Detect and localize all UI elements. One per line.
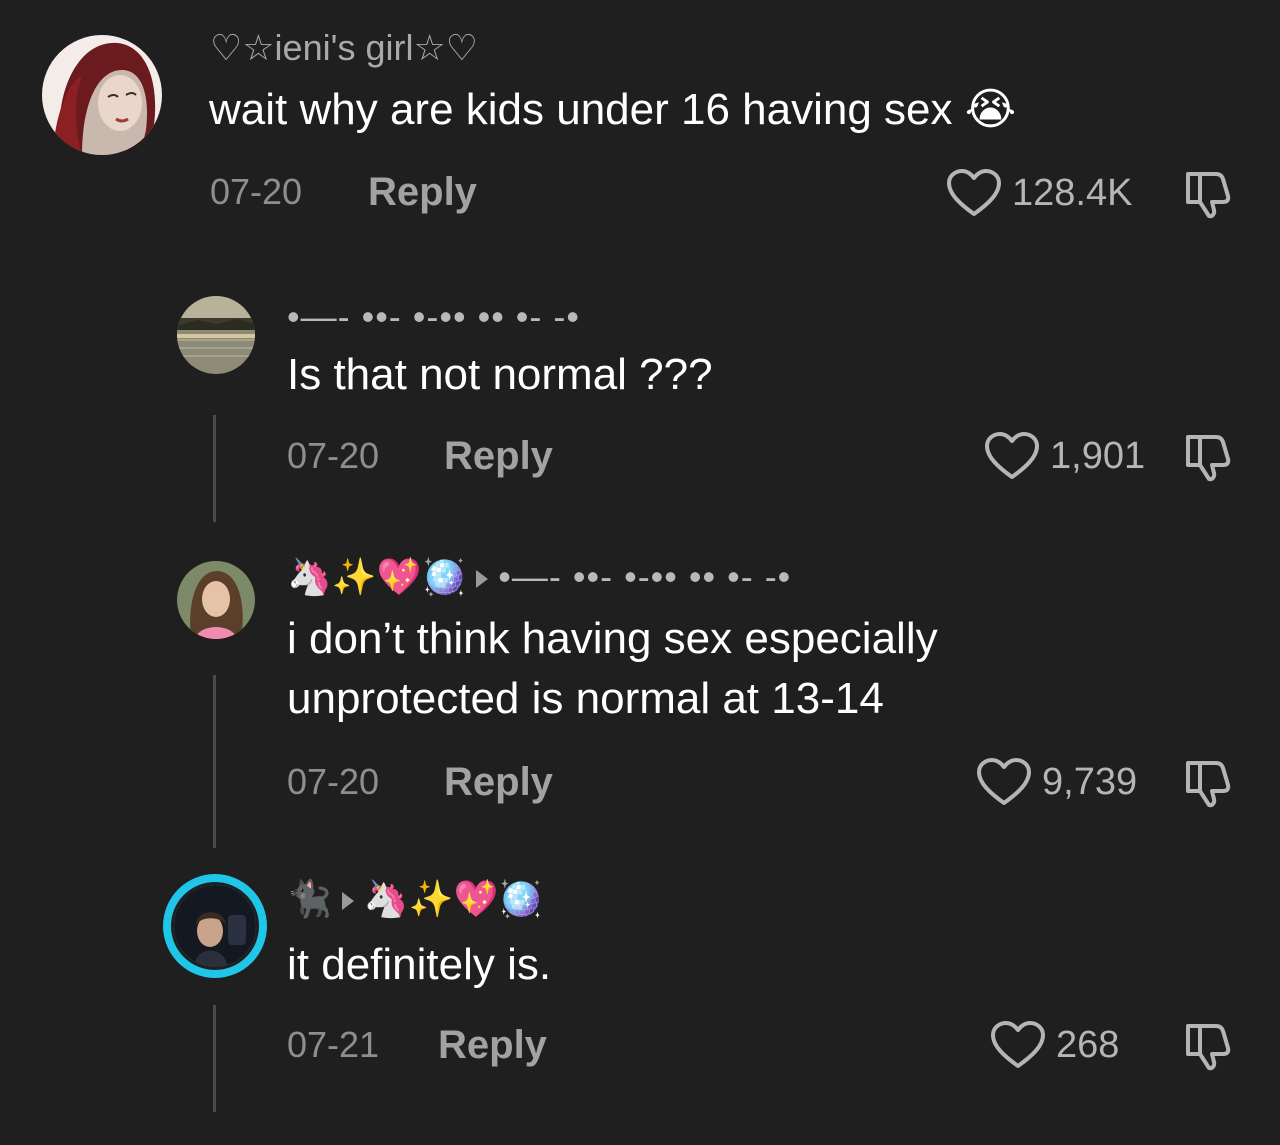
comment-text: Is that not normal ??? [287,350,713,399]
avatar [171,882,259,970]
story-ring[interactable] [163,874,267,978]
reply-button[interactable]: Reply [438,1023,547,1067]
like-button[interactable]: 9,739 [976,757,1137,807]
comment-3: 🦄✨💖🪩 •—- ••- •-•• •• •- -• i don’t think … [0,545,1280,855]
reply-button[interactable]: Reply [444,434,553,478]
heart-icon [947,169,1001,216]
heart-icon [977,758,1031,805]
comment-username[interactable]: 🐈‍⬛ 🦄✨💖🪩 [287,877,543,922]
thread-line [213,675,216,848]
heart-icon [985,432,1039,479]
like-count: 268 [1056,1023,1120,1066]
from-username: 🐈‍⬛ [287,879,332,920]
dislike-icon[interactable] [1182,1020,1234,1072]
dislike-icon[interactable] [1182,431,1234,483]
from-username: 🦄✨💖🪩 [287,557,467,598]
thread-line [213,1005,216,1112]
comment-2: •—- ••- •-•• •• •- -• Is that not normal… [0,285,1280,525]
reply-button[interactable]: Reply [368,170,477,214]
heart-icon [991,1021,1045,1068]
like-count: 1,901 [1050,434,1146,477]
like-count: 9,739 [1042,760,1138,803]
comment-text: wait why are kids under 16 having sex 😭 [209,85,1017,134]
comment-text: it definitely is. [287,940,552,989]
to-username: •—- ••- •-•• •• •- -• [498,556,792,597]
like-button[interactable]: 128.4K [946,168,1132,218]
comment-username[interactable]: 🦄✨💖🪩 •—- ••- •-•• •• •- -• [287,555,791,600]
dislike-icon[interactable] [1182,757,1234,809]
like-button[interactable]: 1,901 [984,431,1145,481]
comment-text-line2: unprotected is normal at 13-14 [287,674,884,723]
comment-username[interactable]: ♡☆ieni's girl☆♡ [210,26,478,70]
comment-date: 07-20 [287,435,380,476]
comment-date: 07-21 [287,1024,380,1065]
comment-4: 🐈‍⬛ 🦄✨💖🪩 it definitely is. 07-21 Reply 26… [0,865,1280,1125]
reply-button[interactable]: Reply [444,760,553,804]
avatar[interactable] [177,296,255,374]
comment-date: 07-20 [287,761,380,802]
comment-text-line1: i don’t think having sex especially [287,614,938,663]
avatar[interactable] [42,35,162,155]
reply-arrow-icon [476,570,489,589]
avatar[interactable] [177,561,255,639]
like-button[interactable]: 268 [990,1020,1119,1070]
thread-line [213,415,216,522]
like-count: 128.4K [1012,171,1133,214]
dislike-icon[interactable] [1182,168,1234,220]
comment-date: 07-20 [210,171,303,212]
comment-1: ♡☆ieni's girl☆♡ wait why are kids under … [0,0,1280,270]
comment-username[interactable]: •—- ••- •-•• •• •- -• [287,295,580,339]
reply-arrow-icon [341,892,354,911]
to-username: 🦄✨💖🪩 [363,879,544,920]
